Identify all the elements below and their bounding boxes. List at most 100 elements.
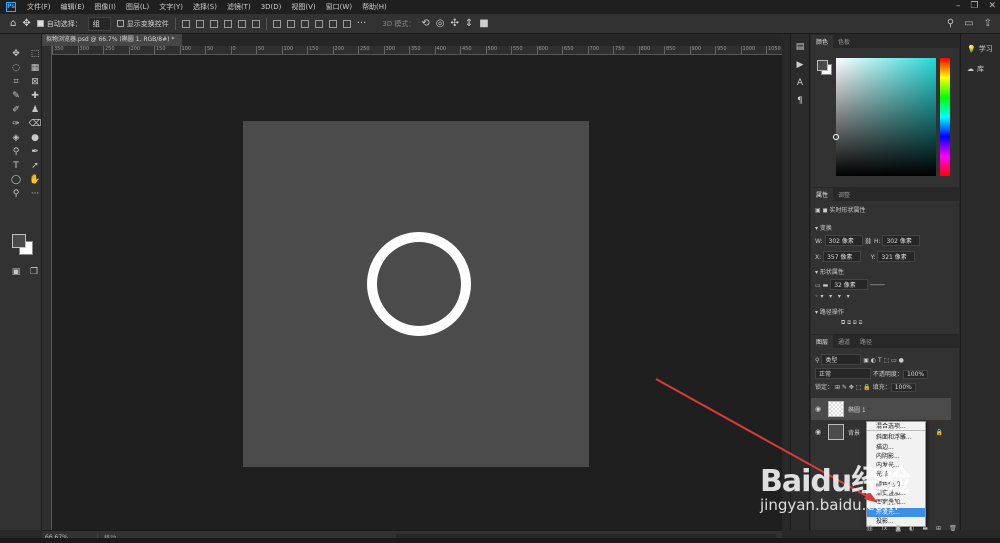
align-center-icon[interactable] (195, 19, 204, 28)
distribute-1-icon[interactable] (272, 19, 281, 28)
group-icon[interactable]: ▬ (922, 525, 928, 533)
learn-button[interactable]: 💡 学习 (961, 34, 1000, 54)
stroke-options-icon[interactable]: ◦ ▾ ▾ ▾ ▾ (815, 293, 850, 300)
distribute-2-icon[interactable] (286, 19, 295, 28)
tab-swatches[interactable]: 色板 (833, 35, 855, 48)
menu-window[interactable]: 窗口(W) (321, 2, 357, 12)
home-icon[interactable]: ⌂ (10, 18, 16, 29)
roll-3d-icon[interactable]: ◎ (436, 18, 445, 29)
bucket-icon[interactable]: ◈ (8, 132, 24, 145)
quick-mask-icon[interactable]: ▣ (8, 266, 24, 279)
menu-layer[interactable]: 图层(L) (121, 2, 154, 12)
tab-paths[interactable]: 路径 (855, 335, 877, 348)
search-icon[interactable]: ⚲ (947, 18, 954, 29)
stroke-width-field[interactable]: 32 像素 (830, 279, 869, 290)
pan-3d-icon[interactable]: ✣ (451, 18, 459, 29)
menu-type[interactable]: 文字(Y) (154, 2, 188, 12)
trash-icon[interactable]: 🗑 (949, 525, 957, 533)
adjustment-icon[interactable]: ◐ (909, 525, 914, 533)
menu-item-blending-options[interactable]: 混合选项... (867, 422, 925, 432)
align-right-icon[interactable] (209, 19, 218, 28)
restore-button[interactable]: ❐ (970, 1, 978, 11)
link-layers-icon[interactable]: ⛓ (866, 525, 874, 533)
ellipse-ring-shape[interactable] (367, 232, 471, 336)
document-canvas[interactable] (243, 121, 589, 467)
more-options-icon[interactable]: ··· (357, 18, 367, 29)
marquee-icon[interactable]: ⬚ (27, 48, 43, 61)
blend-mode-dropdown[interactable]: 正常 (815, 368, 871, 379)
height-field[interactable]: 302 像素 (882, 235, 921, 246)
more-tools-icon[interactable]: ··· (27, 188, 43, 201)
menu-help[interactable]: 帮助(H) (357, 2, 392, 12)
history-brush-icon[interactable]: ✑ (8, 118, 24, 131)
actions-icon[interactable]: ▶ (791, 60, 809, 70)
menu-edit[interactable]: 编辑(E) (56, 2, 90, 12)
frame-icon[interactable]: ⊠ (27, 76, 43, 89)
menu-filter[interactable]: 滤镜(T) (222, 2, 256, 12)
distribute-5-icon[interactable] (328, 19, 337, 28)
blur-icon[interactable]: ● (27, 132, 43, 145)
path-ops-icon[interactable]: ⧉ ⧈ ⧇ ⧆ (841, 319, 862, 326)
history-icon[interactable]: ▤ (791, 42, 809, 52)
hand-icon[interactable]: ✋ (27, 174, 43, 187)
menu-3d[interactable]: 3D(D) (256, 3, 287, 11)
width-field[interactable]: 302 像素 (824, 235, 863, 246)
y-field[interactable]: 321 像素 (877, 251, 916, 262)
move-icon[interactable]: ✥ (8, 48, 24, 61)
character-icon[interactable]: A (791, 78, 809, 88)
dodge-icon[interactable]: ⚲ (8, 146, 24, 159)
x-field[interactable]: 357 像素 (823, 251, 862, 262)
visibility-eye-icon[interactable]: ◉ (815, 428, 821, 436)
distribute-6-icon[interactable] (342, 19, 351, 28)
menu-select[interactable]: 选择(S) (188, 2, 222, 12)
pen-icon[interactable]: ✒ (27, 146, 43, 159)
fill-field[interactable]: 100% (890, 383, 916, 392)
eraser-icon[interactable]: ⌫ (27, 118, 43, 131)
camera-3d-icon[interactable]: ■ (479, 18, 488, 29)
layer-row-ellipse[interactable]: ◉ 椭圆 1 (811, 398, 951, 420)
show-transform-checkbox[interactable]: 显示变换控件 (116, 19, 169, 29)
object-select-icon[interactable]: ▦ (27, 62, 43, 75)
opacity-field[interactable]: 100% (902, 370, 929, 379)
healing-icon[interactable]: ✚ (27, 90, 43, 103)
align-top-icon[interactable] (223, 19, 232, 28)
stroke-style-icon[interactable]: ──── (870, 282, 884, 289)
link-icon[interactable]: ⛓ (864, 238, 872, 245)
hue-slider[interactable] (940, 58, 950, 176)
eyedropper-icon[interactable]: ✎ (8, 90, 24, 103)
tab-properties[interactable]: 属性 (811, 188, 834, 201)
share-icon[interactable]: ⇪ (984, 18, 992, 29)
slide-3d-icon[interactable]: ⇕ (465, 18, 473, 29)
library-button[interactable]: ☁ 库 (961, 54, 1000, 74)
screen-mode-icon[interactable]: ❐ (26, 266, 42, 279)
visibility-eye-icon[interactable]: ◉ (815, 405, 821, 413)
auto-select-checkbox[interactable]: 自动选择： (36, 19, 82, 29)
lock-icons[interactable]: ⊞ ✎ ✥ ⬚ 🔒 (835, 384, 871, 391)
ellipse-icon[interactable]: ◯ (8, 174, 24, 187)
menu-image[interactable]: 图像(I) (89, 2, 121, 12)
document-tab[interactable]: 拟物浏览器.psd @ 66.7% (椭圆 1, RGB/8#) * (42, 34, 182, 46)
panel-fg-swatch[interactable] (817, 60, 828, 71)
canvas-area[interactable] (52, 55, 782, 530)
move-tool-icon[interactable]: ✥ (22, 18, 30, 29)
minimize-button[interactable]: – (956, 1, 961, 11)
orbit-3d-icon[interactable]: ⟲ (421, 18, 429, 29)
distribute-3-icon[interactable] (300, 19, 309, 28)
brush-icon[interactable]: ✐ (8, 104, 24, 117)
tab-layers[interactable]: 图层 (811, 335, 834, 348)
type-icon[interactable]: T (8, 160, 24, 173)
close-button[interactable]: ✕ (988, 1, 996, 11)
layer-filter-dropdown[interactable]: 类型 (821, 354, 862, 365)
menu-view[interactable]: 视图(V) (286, 2, 320, 12)
mask-icon[interactable]: ◙ (895, 525, 901, 533)
align-left-icon[interactable] (181, 19, 190, 28)
crop-icon[interactable]: ⌗ (8, 76, 24, 89)
layer-name[interactable]: 背景 (848, 428, 860, 437)
zoom-icon[interactable]: ⚲ (8, 188, 24, 201)
path-select-icon[interactable]: ➚ (27, 160, 43, 173)
distribute-4-icon[interactable] (314, 19, 323, 28)
tab-channels[interactable]: 通道 (833, 335, 855, 348)
fill-swatch-icon[interactable]: ▭ (815, 282, 821, 289)
menu-item-stroke[interactable]: 描边... (867, 443, 925, 452)
foreground-color-swatch[interactable] (12, 234, 26, 248)
